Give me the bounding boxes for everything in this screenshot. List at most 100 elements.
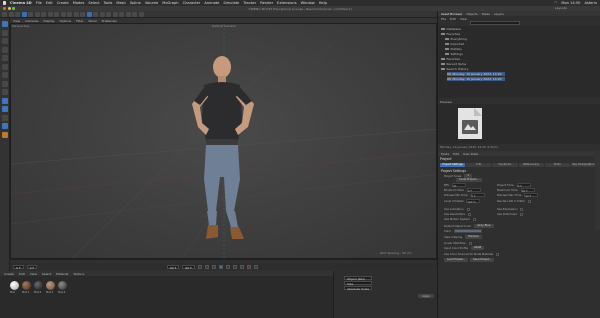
end-frame-field-2[interactable]: 90 F	[182, 264, 195, 270]
coordinate-mode-select[interactable]: Object (Rel)	[344, 276, 373, 281]
move-tool-icon[interactable]	[21, 11, 27, 17]
end-frame-field[interactable]: 90 F	[166, 264, 180, 270]
cube-icon[interactable]	[86, 11, 92, 17]
attr-menu-edit[interactable]: Edit	[453, 152, 459, 156]
tree-item[interactable]: Imported	[445, 42, 464, 46]
rotate-tool-icon[interactable]	[34, 11, 40, 17]
material-swatch[interactable]	[58, 281, 67, 290]
menu-volume[interactable]: Volume	[145, 1, 158, 5]
viewport-menu-panel[interactable]: Panel	[89, 19, 97, 23]
menu-mesh[interactable]: Mesh	[116, 1, 125, 5]
document-thumbnail[interactable]	[458, 108, 482, 139]
material-swatch[interactable]	[34, 281, 43, 290]
viewport-menu-view[interactable]: View	[13, 19, 20, 23]
material-menu-view[interactable]: View	[30, 272, 37, 276]
menu-tools[interactable]: Tools	[103, 1, 112, 5]
param-checkbox[interactable]	[468, 241, 472, 245]
user-name[interactable]: Asterix	[584, 1, 597, 5]
asset-menu-file[interactable]: File	[441, 17, 446, 21]
viewport-menu-prorender[interactable]: ProRender	[102, 19, 117, 23]
tree-item[interactable]: Prefabs	[445, 47, 462, 51]
layout-label[interactable]: Layouts	[555, 6, 567, 10]
solo-icon[interactable]	[1, 114, 8, 121]
subdivision-icon[interactable]	[99, 11, 105, 17]
previous-frame-icon[interactable]	[211, 264, 216, 269]
pen-icon[interactable]	[93, 11, 98, 17]
clock[interactable]: Mon 14:50	[561, 1, 580, 5]
start-frame-field[interactable]: 0 F	[13, 264, 24, 270]
z-axis-icon[interactable]	[54, 11, 59, 17]
color-swatch[interactable]	[454, 229, 483, 233]
next-frame-icon[interactable]	[225, 264, 230, 269]
param-checkbox[interactable]	[495, 252, 499, 256]
tab-info[interactable]: Info	[466, 163, 492, 167]
tab-objects[interactable]: Objects	[466, 12, 477, 16]
viewport-menu-cameras[interactable]: Cameras	[25, 19, 38, 23]
make-editable-icon[interactable]	[1, 21, 8, 27]
scale-mode-select[interactable]: Absolute Scale	[344, 286, 373, 291]
redo-icon[interactable]	[8, 11, 14, 17]
tree-item[interactable]: Search History	[441, 67, 468, 71]
param-value[interactable]: 90 F	[524, 193, 539, 198]
menu-tracker[interactable]: Tracker	[243, 1, 256, 5]
camera-icon[interactable]	[132, 11, 137, 17]
material-swatch[interactable]	[46, 281, 55, 290]
texture-mode-icon[interactable]	[1, 38, 8, 44]
side-tab-strip[interactable]	[595, 150, 600, 230]
tab-key-interpolation[interactable]: Key Interpolation	[570, 163, 597, 167]
go-to-start-icon[interactable]	[197, 264, 202, 269]
param-checkbox[interactable]	[520, 207, 524, 211]
render-view-icon[interactable]	[67, 11, 72, 17]
light-icon[interactable]	[138, 11, 144, 17]
tab-to-do[interactable]: To Do	[544, 163, 570, 167]
workplane-icon[interactable]	[1, 97, 8, 104]
param-dropdown[interactable]: Medium	[465, 235, 482, 239]
tab-referencing[interactable]: Referencing	[518, 163, 544, 167]
material-swatch[interactable]	[10, 281, 19, 290]
axis-mode-icon[interactable]	[1, 72, 8, 78]
wifi-icon[interactable]: ◠	[554, 1, 557, 5]
boole-icon[interactable]	[112, 11, 118, 17]
next-key-icon[interactable]	[232, 264, 237, 269]
viewport-solo-icon[interactable]	[1, 123, 8, 129]
material-menu-texture[interactable]: Texture	[73, 272, 84, 276]
material-swatch[interactable]	[22, 281, 31, 290]
param-checkbox[interactable]	[472, 217, 476, 221]
scale-tool-icon[interactable]	[28, 11, 33, 17]
tree-item[interactable]: Favorites	[441, 57, 460, 61]
material-menu-create[interactable]: Create	[4, 272, 14, 276]
tab-project-settings[interactable]: Project Settings	[440, 163, 466, 167]
asset-menu-view[interactable]: View	[460, 17, 467, 21]
floor-icon[interactable]	[125, 11, 131, 17]
save-preset-button[interactable]: Save Preset...	[470, 257, 495, 262]
tree-item[interactable]: Favorites	[441, 32, 460, 36]
autokey-icon[interactable]	[253, 264, 258, 269]
menu-select[interactable]: Select	[88, 1, 99, 5]
attr-menu-user-data[interactable]: User Data	[463, 152, 478, 156]
current-frame-field[interactable]: 0 F	[26, 264, 38, 270]
menu-create[interactable]: Create	[57, 1, 69, 5]
render-picture-viewer-icon[interactable]	[73, 11, 79, 17]
material-menu-select[interactable]: Select	[42, 272, 51, 276]
apple-icon[interactable]	[3, 1, 6, 5]
tree-item[interactable]: Database	[441, 27, 461, 31]
record-icon[interactable]	[246, 264, 251, 269]
tree-item[interactable]: Everything	[445, 37, 467, 41]
attr-menu-mode[interactable]: Mode	[441, 152, 449, 156]
asset-menu-edit[interactable]: Edit	[450, 17, 456, 21]
scale-project-button[interactable]: Scale Project...	[456, 177, 482, 182]
app-menu[interactable]: Cinema 4D	[10, 1, 32, 5]
param-dropdown[interactable]: Gray Blue	[474, 224, 494, 228]
tree-item[interactable]: Settings	[445, 52, 463, 56]
menu-extensions[interactable]: Extensions	[277, 1, 297, 5]
param-value[interactable]: 0 F	[470, 193, 485, 198]
character-model[interactable]	[176, 49, 266, 249]
param-checkbox[interactable]	[466, 207, 470, 211]
viewport-menu-options[interactable]: Options	[60, 19, 72, 23]
menu-character[interactable]: Character	[183, 1, 201, 5]
param-value[interactable]: 0 F	[466, 188, 481, 193]
menu-render[interactable]: Render	[260, 1, 273, 5]
tree-item-selected[interactable]: Monday, 10 January 2022, 14:20	[447, 77, 505, 81]
tweak-mode-icon[interactable]	[1, 80, 8, 87]
menu-mograph[interactable]: MoGraph	[162, 1, 178, 5]
